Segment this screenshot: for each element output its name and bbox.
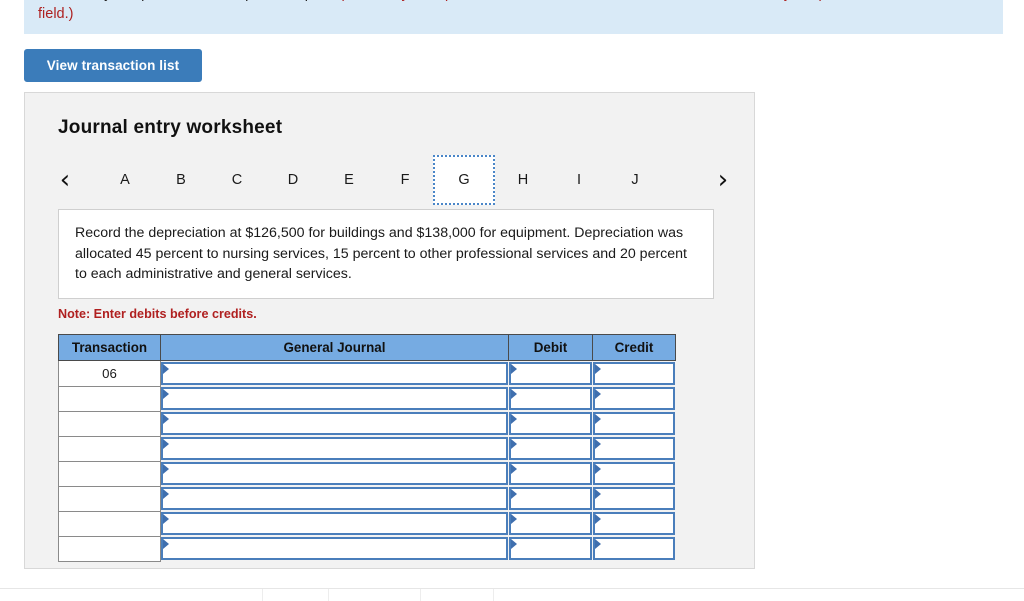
credit-cell[interactable] — [592, 411, 676, 436]
credit-input-6[interactable] — [592, 512, 675, 535]
transaction-number-cell — [58, 385, 161, 412]
tab-c[interactable]: C — [209, 164, 265, 196]
transaction-number-cell — [58, 535, 161, 562]
debit-input-1[interactable] — [508, 387, 592, 410]
chevron-right-icon[interactable]: › — [709, 163, 737, 197]
transaction-number-cell — [58, 485, 161, 512]
debit-input-5[interactable] — [508, 487, 592, 510]
debit-input-6[interactable] — [508, 512, 592, 535]
account-select-3[interactable] — [161, 437, 508, 460]
credit-cell[interactable] — [592, 386, 676, 411]
account-select-6[interactable] — [161, 512, 508, 535]
tab-i[interactable]: I — [551, 164, 607, 196]
debit-cell[interactable] — [508, 511, 593, 536]
tab-a[interactable]: A — [97, 164, 153, 196]
table-row — [58, 385, 676, 412]
account-select-5[interactable] — [161, 487, 508, 510]
tab-f[interactable]: F — [377, 164, 433, 196]
tab-d[interactable]: D — [265, 164, 321, 196]
table-row — [58, 485, 676, 512]
credit-cell[interactable] — [592, 360, 676, 386]
transaction-number-cell — [58, 435, 161, 462]
credit-input-5[interactable] — [592, 487, 675, 510]
transaction-number-cell — [58, 510, 161, 537]
credit-input-4[interactable] — [592, 462, 675, 485]
debit-input-0[interactable] — [508, 362, 592, 385]
transaction-number-cell — [58, 460, 161, 487]
table-row — [58, 510, 676, 537]
tab-b[interactable]: B — [153, 164, 209, 196]
credit-input-0[interactable] — [592, 362, 675, 385]
debit-cell[interactable] — [508, 461, 593, 486]
debit-cell[interactable] — [508, 436, 593, 461]
column-header-debit: Debit — [508, 334, 593, 361]
general-journal-cell[interactable] — [160, 536, 509, 561]
debit-input-7[interactable] — [508, 537, 592, 560]
debits-before-credits-note: Note: Enter debits before credits. — [58, 307, 257, 321]
credit-input-1[interactable] — [592, 387, 675, 410]
account-select-4[interactable] — [161, 462, 508, 485]
instructions-alert: Community Hospital is a not-for-profit h… — [24, 0, 1003, 34]
worksheet-title: Journal entry worksheet — [58, 117, 283, 138]
account-select-0[interactable] — [161, 362, 508, 385]
transaction-number-cell: 06 — [58, 360, 161, 387]
footer-column-ticks — [0, 589, 1024, 601]
table-row — [58, 410, 676, 437]
debit-cell[interactable] — [508, 411, 593, 436]
credit-cell[interactable] — [592, 536, 676, 561]
chevron-left-icon[interactable]: ‹ — [51, 163, 79, 197]
credit-input-3[interactable] — [592, 437, 675, 460]
view-transaction-list-button[interactable]: View transaction list — [24, 49, 202, 82]
debit-cell[interactable] — [508, 386, 593, 411]
tab-g[interactable]: G — [433, 155, 495, 205]
account-select-7[interactable] — [161, 537, 508, 560]
general-journal-cell[interactable] — [160, 511, 509, 536]
general-journal-cell[interactable] — [160, 486, 509, 511]
column-header-general-journal: General Journal — [160, 334, 509, 361]
credit-cell[interactable] — [592, 461, 676, 486]
general-journal-cell[interactable] — [160, 360, 509, 386]
worksheet-tabs: A B C D E F G H I J — [97, 155, 663, 205]
alert-hint-text: (If no entry is required for a transacti… — [38, 0, 981, 22]
transaction-instruction-text: Record the depreciation at $126,500 for … — [58, 209, 714, 299]
table-row: 06 — [58, 360, 676, 387]
worksheet-tab-strip: ‹ A B C D E F G H I J › — [25, 155, 754, 205]
general-journal-cell[interactable] — [160, 386, 509, 411]
debit-input-2[interactable] — [508, 412, 592, 435]
credit-cell[interactable] — [592, 511, 676, 536]
alert-main-text: Community Hospital is a not-for-profit h… — [38, 0, 335, 2]
credit-input-2[interactable] — [592, 412, 675, 435]
debit-cell[interactable] — [508, 536, 593, 561]
table-row — [58, 535, 676, 562]
table-header: Transaction General Journal Debit Credit — [58, 334, 676, 361]
table-body: 06 — [58, 360, 676, 562]
tab-j[interactable]: J — [607, 164, 663, 196]
debit-input-3[interactable] — [508, 437, 592, 460]
debit-cell[interactable] — [508, 360, 593, 386]
general-journal-cell[interactable] — [160, 461, 509, 486]
tab-e[interactable]: E — [321, 164, 377, 196]
debit-cell[interactable] — [508, 486, 593, 511]
tab-h[interactable]: H — [495, 164, 551, 196]
account-select-1[interactable] — [161, 387, 508, 410]
transaction-number-cell — [58, 410, 161, 437]
column-header-transaction: Transaction — [58, 334, 161, 361]
general-journal-cell[interactable] — [160, 411, 509, 436]
journal-entry-table: Transaction General Journal Debit Credit… — [58, 334, 676, 562]
general-journal-cell[interactable] — [160, 436, 509, 461]
table-header-row: Transaction General Journal Debit Credit — [58, 334, 676, 361]
credit-cell[interactable] — [592, 486, 676, 511]
account-select-2[interactable] — [161, 412, 508, 435]
table-row — [58, 435, 676, 462]
journal-entry-worksheet-panel: Journal entry worksheet ‹ A B C D E F G … — [24, 92, 755, 569]
column-header-credit: Credit — [592, 334, 676, 361]
page-root: Community Hospital is a not-for-profit h… — [0, 0, 1024, 601]
credit-cell[interactable] — [592, 436, 676, 461]
table-row — [58, 460, 676, 487]
credit-input-7[interactable] — [592, 537, 675, 560]
debit-input-4[interactable] — [508, 462, 592, 485]
